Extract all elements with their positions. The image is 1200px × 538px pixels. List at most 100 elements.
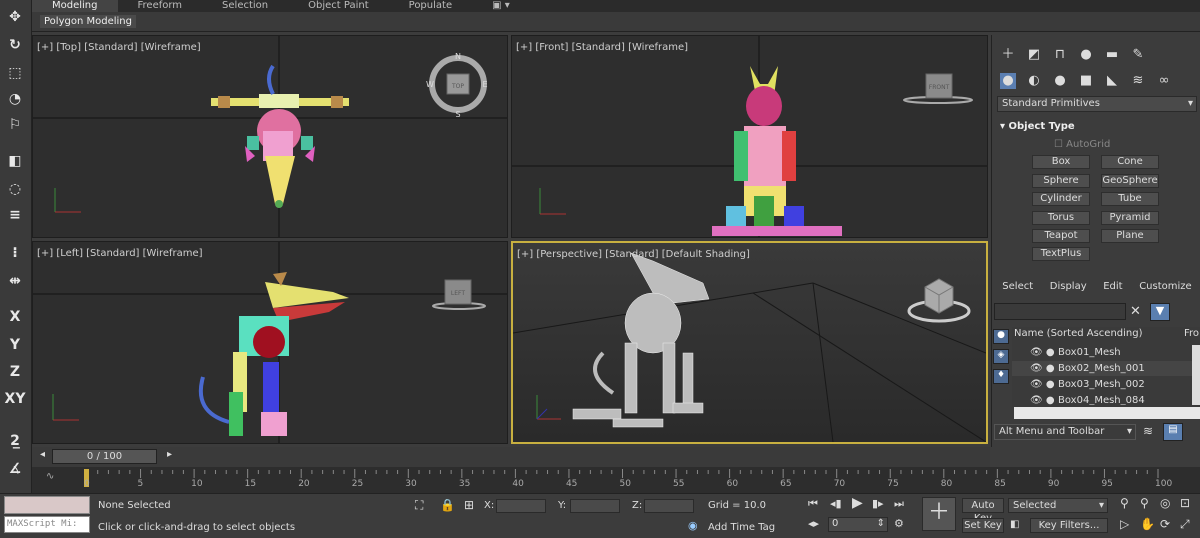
systems-icon[interactable]: ∞ xyxy=(1156,73,1172,89)
axis-z-button[interactable]: Z xyxy=(3,361,27,383)
tab-modeling[interactable]: Modeling xyxy=(32,0,118,12)
select-region-icon[interactable]: ◌ xyxy=(3,178,27,200)
zoom-extents-all-icon[interactable]: ⊡ xyxy=(1180,496,1190,510)
key-mode-toggle-icon[interactable]: ◂▸ xyxy=(808,517,819,530)
menu-display[interactable]: Display xyxy=(1050,281,1087,297)
maxscript-listener-input[interactable]: MAXScript Mi: xyxy=(4,516,90,533)
filter-icon[interactable]: ▼ xyxy=(1150,303,1170,321)
cylinder-button[interactable]: Cylinder xyxy=(1032,192,1090,206)
play-icon[interactable]: ▶ xyxy=(852,495,863,511)
key-filters-button[interactable]: Key Filters... xyxy=(1030,518,1108,533)
lights-icon[interactable]: ● xyxy=(1052,73,1068,89)
auto-key-button[interactable]: Auto Key xyxy=(962,498,1004,524)
viewport-left-label[interactable]: [+] [Left] [Standard] [Wireframe] xyxy=(37,248,203,259)
mirror-icon[interactable]: ◧ xyxy=(3,150,27,172)
time-slider-track[interactable]: ◂ ▸ xyxy=(32,447,990,467)
list-item[interactable]: 👁 ● Box02_Mesh_001 xyxy=(1012,361,1192,376)
geometry-icon[interactable]: ● xyxy=(1000,73,1016,89)
display-tab-icon[interactable]: ▬ xyxy=(1104,47,1120,63)
viewcube-front[interactable]: FRONT xyxy=(900,70,980,110)
pivot-icon[interactable]: ⚐ xyxy=(3,114,27,136)
menu-select[interactable]: Select xyxy=(1002,281,1033,297)
viewport-perspective-label[interactable]: [+] [Perspective] [Standard] [Default Sh… xyxy=(517,249,750,260)
next-frame-button-icon[interactable]: ▮▸ xyxy=(872,497,884,510)
space-warps-icon[interactable]: ≋ xyxy=(1130,73,1146,89)
viewport-perspective[interactable]: [+] [Perspective] [Standard] [Default Sh… xyxy=(511,241,988,444)
time-configuration-icon[interactable]: ⚙ xyxy=(894,517,904,530)
primitives-dropdown[interactable]: Standard Primitives ▾ xyxy=(997,96,1197,112)
set-key-icon[interactable]: ＋ xyxy=(922,497,956,531)
list-item[interactable]: 👁 ● Box04_Mesh_084 xyxy=(1012,393,1192,405)
y-coordinate-field[interactable] xyxy=(570,499,620,513)
create-tab-icon[interactable]: ＋ xyxy=(1000,47,1016,63)
absolute-mode-icon[interactable]: ⊞ xyxy=(464,498,474,512)
track-bar[interactable]: ∿ xyxy=(32,467,1200,493)
go-to-end-icon[interactable]: ⏭ xyxy=(894,497,904,511)
menu-edit[interactable]: Edit xyxy=(1103,281,1122,297)
menu-customize[interactable]: Customize xyxy=(1139,281,1192,297)
scale-icon[interactable]: ⬚ xyxy=(3,62,27,84)
autogrid-checkbox[interactable]: ☐ AutoGrid xyxy=(1054,139,1110,150)
motion-tab-icon[interactable]: ● xyxy=(1078,47,1094,63)
orbit-icon[interactable]: ⟳ xyxy=(1160,517,1170,531)
utilities-tab-icon[interactable]: ✎ xyxy=(1130,47,1146,63)
plane-button[interactable]: Plane xyxy=(1101,229,1159,243)
tab-object-paint[interactable]: Object Paint xyxy=(288,0,389,12)
box-button[interactable]: Box xyxy=(1032,155,1090,169)
geosphere-button[interactable]: GeoSphere xyxy=(1101,174,1159,188)
textplus-button[interactable]: TextPlus xyxy=(1032,247,1090,261)
zoom-icon[interactable]: ⚲ xyxy=(1120,496,1129,510)
horizontal-scrollbar[interactable] xyxy=(1014,407,1200,419)
eye-icon[interactable]: 👁 ● xyxy=(1030,345,1055,360)
viewcube-perspective[interactable] xyxy=(907,267,977,327)
ribbon-options-icon[interactable]: ▣ ▾ xyxy=(472,0,530,12)
snap-icon[interactable]: ◔ xyxy=(3,88,27,110)
display-lights-icon[interactable]: ♦ xyxy=(993,369,1009,384)
zoom-all-icon[interactable]: ⚲ xyxy=(1140,496,1149,510)
scene-explorer-toggle-icon[interactable]: ▤ xyxy=(1163,423,1183,441)
display-layers-icon[interactable]: ◈ xyxy=(993,349,1009,364)
eye-icon[interactable]: 👁 ● xyxy=(1030,361,1055,376)
layers-icon[interactable]: ≋ xyxy=(1143,424,1159,440)
workspace-dropdown[interactable]: Alt Menu and Toolbar ▾ xyxy=(994,424,1136,440)
object-type-rollout[interactable]: ▾ Object Type xyxy=(1000,121,1075,132)
teapot-button[interactable]: Teapot xyxy=(1032,229,1090,243)
display-objects-icon[interactable]: ● xyxy=(993,329,1009,344)
hierarchy-tab-icon[interactable]: ⊓ xyxy=(1052,47,1068,63)
viewport-top[interactable]: [+] [Top] [Standard] [Wireframe] TOP N S… xyxy=(32,35,508,238)
torus-button[interactable]: Torus xyxy=(1032,211,1090,225)
pyramid-button[interactable]: Pyramid xyxy=(1101,211,1159,225)
scene-search-input[interactable] xyxy=(994,303,1126,320)
viewport-front-label[interactable]: [+] [Front] [Standard] [Wireframe] xyxy=(516,42,688,53)
viewport-front[interactable]: [+] [Front] [Standard] [Wireframe] FRONT xyxy=(511,35,988,238)
go-to-start-icon[interactable]: ⏮ xyxy=(808,497,818,511)
viewcube-left[interactable]: LEFT xyxy=(431,274,491,314)
time-slider-thumb[interactable]: 0 / 100 xyxy=(52,449,157,464)
eye-icon[interactable]: 👁 ● xyxy=(1030,377,1055,392)
maxscript-output[interactable] xyxy=(4,496,90,514)
isolate-icon[interactable]: ⛶ xyxy=(415,498,423,513)
axis-y-button[interactable]: Y xyxy=(3,334,27,356)
add-time-tag-button[interactable]: Add Time Tag xyxy=(708,522,775,533)
list-scrollbar[interactable] xyxy=(1192,345,1200,405)
time-tag-icon[interactable]: ◉ xyxy=(688,519,698,532)
cameras-icon[interactable]: ■ xyxy=(1078,73,1094,89)
x-coordinate-field[interactable] xyxy=(496,499,546,513)
column-header-name[interactable]: Name (Sorted Ascending) xyxy=(1014,328,1143,339)
previous-frame-icon[interactable]: ◂▮ xyxy=(830,497,842,510)
shapes-icon[interactable]: ◐ xyxy=(1026,73,1042,89)
viewcube-top[interactable]: TOP N S E W xyxy=(425,50,495,120)
column-header-frozen[interactable]: Fro xyxy=(1184,328,1199,339)
angle-snap-icon[interactable]: ∡ xyxy=(3,458,27,480)
polygon-modeling-tab[interactable]: Polygon Modeling xyxy=(40,15,136,28)
tab-freeform[interactable]: Freeform xyxy=(118,0,203,12)
align-icon[interactable]: ≡ xyxy=(3,204,27,226)
field-of-view-icon[interactable]: ▷ xyxy=(1120,517,1129,531)
zoom-extents-icon[interactable]: ◎ xyxy=(1160,496,1170,510)
rotate-icon[interactable]: ↻ xyxy=(3,34,27,56)
close-icon[interactable]: ✕ xyxy=(1130,304,1141,319)
select-move-icon[interactable]: ✥ xyxy=(3,6,27,28)
spacing-icon[interactable]: ⇹ xyxy=(3,270,27,292)
viewport-left[interactable]: [+] [Left] [Standard] [Wireframe] LEFT xyxy=(32,241,508,444)
axis-xy-button[interactable]: XY xyxy=(3,388,27,410)
